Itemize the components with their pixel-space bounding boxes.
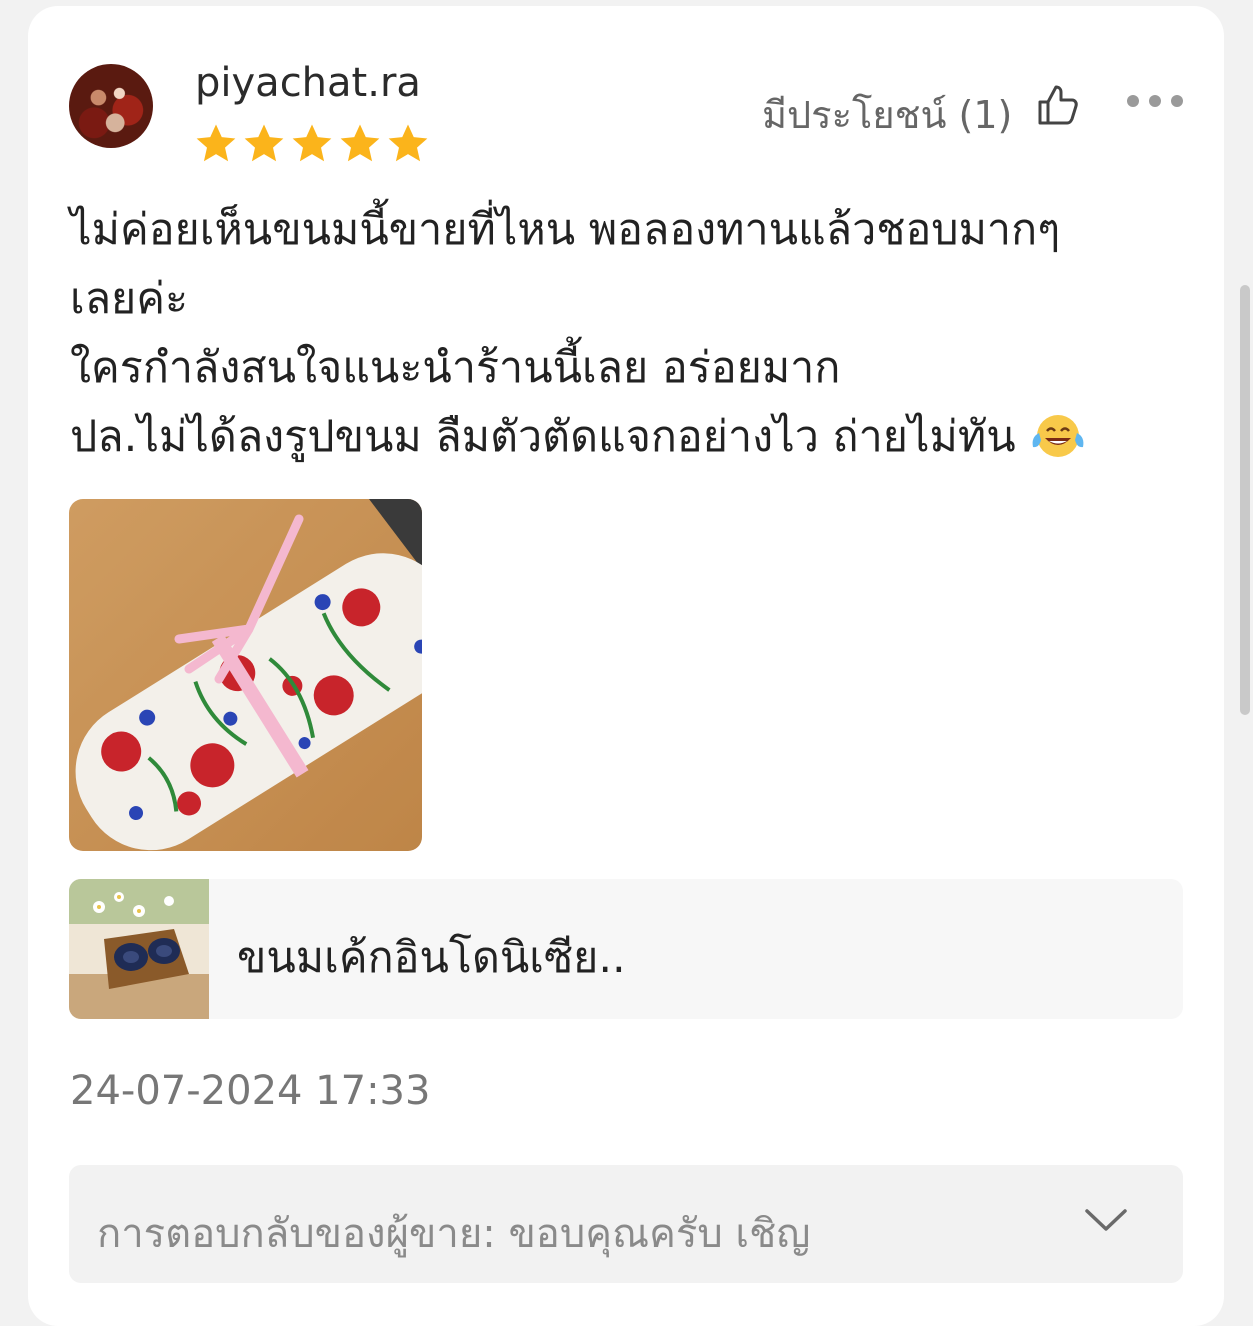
star-icon bbox=[388, 124, 428, 162]
chevron-down-icon[interactable] bbox=[1083, 1205, 1129, 1235]
thumbs-up-icon[interactable] bbox=[1036, 83, 1080, 127]
review-line: ไม่ค่อยเห็นขนมนี้ขายที่ไหน พอลองทานแล้วช… bbox=[70, 205, 1061, 255]
review-text: ไม่ค่อยเห็นขนมนี้ขายที่ไหน พอลองทานแล้วช… bbox=[70, 196, 1190, 472]
more-options-icon[interactable] bbox=[1126, 92, 1184, 110]
helpful-count-label[interactable]: มีประโยชน์ (1) bbox=[762, 84, 1012, 145]
star-icon bbox=[292, 124, 332, 162]
scrollbar[interactable] bbox=[1240, 285, 1250, 715]
avatar[interactable] bbox=[69, 64, 153, 148]
review-date: 24-07-2024 17:33 bbox=[70, 1068, 431, 1114]
star-icon bbox=[196, 124, 236, 162]
review-photo[interactable] bbox=[69, 499, 422, 851]
review-line: ใครกำลังสนใจแนะนำร้านนี้เลย อร่อยมาก bbox=[70, 343, 841, 393]
seller-reply-text: การตอบกลับของผู้ขาย: ขอบคุณครับ เชิญ bbox=[97, 1211, 811, 1257]
review-line: เลยค่ะ bbox=[70, 274, 189, 324]
product-link[interactable]: ขนมเค้กอินโดนิเซีย.. bbox=[69, 879, 1183, 1019]
product-name[interactable]: ขนมเค้กอินโดนิเซีย.. bbox=[237, 923, 626, 991]
seller-reply[interactable]: การตอบกลับของผู้ขาย: ขอบคุณครับ เชิญ bbox=[69, 1165, 1183, 1283]
review-line-text: ปล.ไม่ได้ลงรูปขนม ลืมตัวตัดแจกอย่างไว ถ่… bbox=[70, 412, 1016, 462]
review-line: ปล.ไม่ได้ลงรูปขนม ลืมตัวตัดแจกอย่างไว ถ่… bbox=[70, 403, 1190, 472]
username[interactable]: piyachat.ra bbox=[195, 60, 421, 106]
star-icon bbox=[340, 124, 380, 162]
star-icon bbox=[244, 124, 284, 162]
rating-stars bbox=[193, 121, 431, 169]
product-thumbnail bbox=[69, 879, 209, 1019]
face-with-tears-of-joy-emoji bbox=[1032, 415, 1084, 457]
